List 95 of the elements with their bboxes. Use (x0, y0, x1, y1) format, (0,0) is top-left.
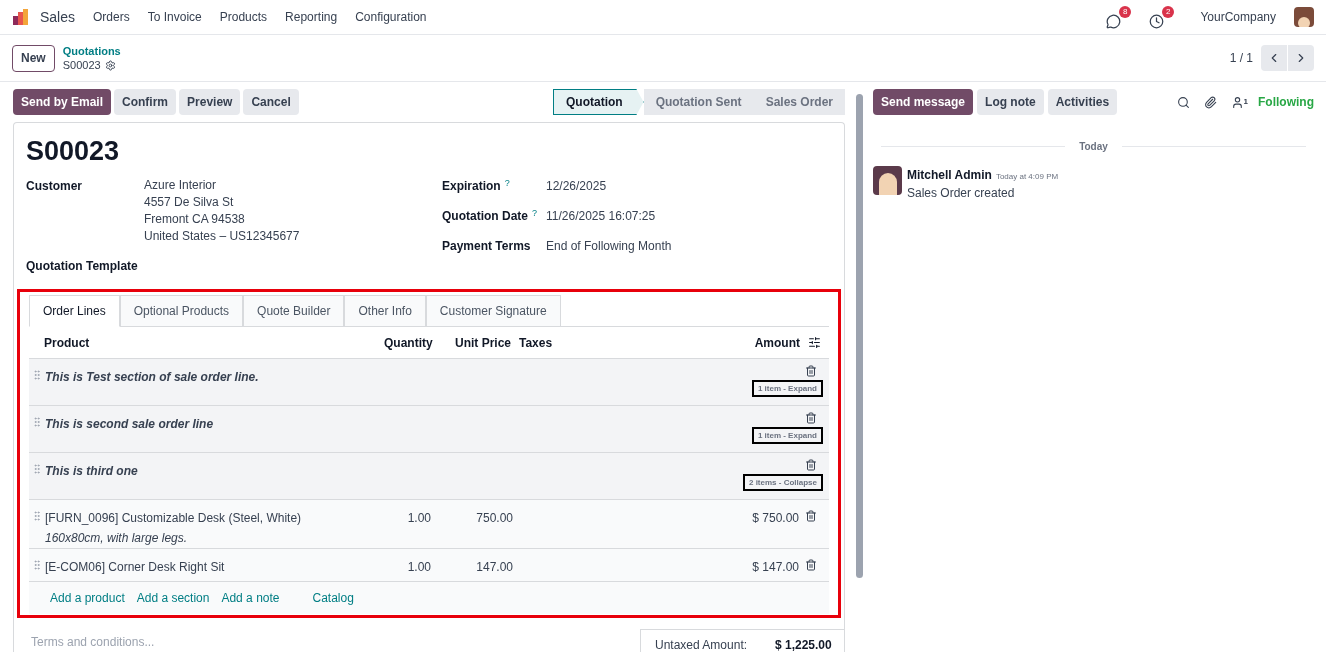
chat-icon (1106, 13, 1122, 29)
settings-icon[interactable] (104, 59, 116, 71)
chatter-button[interactable]: Send message (873, 89, 974, 115)
tab[interactable]: Optional Products (119, 295, 244, 327)
status-step[interactable]: Quotation Sent (643, 89, 754, 115)
unit-price-cell[interactable]: 147.00 (431, 558, 513, 581)
new-button[interactable]: New (12, 44, 55, 72)
action-button[interactable]: Send by Email (13, 89, 112, 115)
chatter-button[interactable]: Activities (1047, 89, 1118, 115)
delete-icon[interactable] (805, 412, 817, 424)
address-line: 4557 De Silva St (144, 194, 235, 211)
amount-cell-text: $ 750.00 (752, 510, 799, 527)
app-name[interactable]: Sales (40, 6, 76, 28)
avatar-icon (873, 166, 902, 195)
menu-item[interactable]: Reporting (285, 8, 338, 26)
person-icon (1230, 95, 1244, 109)
section-toggle[interactable]: 1 item - Expand (751, 380, 823, 397)
breadcrumb-link[interactable]: Quotations (62, 44, 121, 58)
drag-handle-icon[interactable] (31, 369, 43, 381)
date-separator: Today (1078, 140, 1109, 154)
clock-icon (1149, 13, 1165, 29)
help-icon[interactable]: ? (504, 177, 510, 188)
add-line-link[interactable]: Add a note (221, 589, 280, 607)
record-title: S00023 (26, 135, 121, 167)
app-logo-icon[interactable] (12, 8, 30, 26)
menu-item[interactable]: Configuration (355, 8, 427, 26)
message-time: Today at 4:09 PM (995, 172, 1059, 181)
column-header: Taxes (519, 334, 553, 352)
tab[interactable]: Other Info (344, 295, 426, 327)
section-name[interactable]: This is third one (45, 462, 138, 499)
avatar-icon[interactable] (1294, 7, 1314, 27)
menu-item[interactable]: To Invoice (147, 8, 202, 26)
product-name[interactable]: [FURN_0096] Customizable Desk (Steel, White) (45, 509, 386, 527)
section-name[interactable]: This is Test section of sale order line. (45, 368, 259, 405)
field-value[interactable]: End of Following Month (546, 237, 672, 267)
drag-handle-icon[interactable] (31, 510, 43, 522)
count-badge: 8 (1118, 5, 1132, 18)
address-line: Azure Interior (144, 177, 218, 194)
add-line-link[interactable]: Add a product (50, 589, 125, 607)
product-description: 160x80cm, with large legs. (45, 530, 189, 547)
section-toggle[interactable]: 2 items - Collapse (742, 474, 823, 491)
field-value[interactable]: 12/26/2025 (546, 177, 607, 207)
message-body: Sales Order created (907, 185, 1016, 202)
drag-handle-icon[interactable] (31, 416, 43, 428)
field-label: Payment Terms (442, 239, 531, 253)
field-label: Expiration (442, 179, 501, 193)
column-header: Amount (754, 334, 800, 352)
action-button[interactable]: Confirm (114, 89, 177, 115)
count-badge: 2 (1161, 5, 1175, 18)
drag-handle-icon[interactable] (31, 559, 43, 571)
total-value: $ 1,225.00 (775, 637, 832, 652)
amount-cell-text: $ 147.00 (752, 559, 799, 576)
action-button[interactable]: Cancel (243, 89, 299, 115)
column-settings-icon[interactable] (808, 336, 821, 349)
help-icon[interactable]: ? (532, 207, 537, 218)
field-label: Quotation Template (26, 258, 139, 275)
followers-button[interactable]: 1 (1230, 95, 1248, 109)
add-line-link[interactable]: Catalog (312, 589, 354, 607)
total-label: Untaxed Amount: (655, 637, 749, 652)
delete-icon[interactable] (805, 459, 817, 471)
record-name: S00023 (62, 58, 101, 72)
followers-count: 1 (1243, 95, 1248, 108)
product-name[interactable]: [E-COM06] Corner Desk Right Sit (45, 558, 386, 576)
action-button[interactable]: Preview (179, 89, 241, 115)
tab[interactable]: Order Lines (29, 295, 120, 327)
chatter-button[interactable]: Log note (977, 89, 1044, 115)
quantity-cell[interactable]: 1.00 (386, 509, 431, 548)
delete-icon[interactable] (805, 559, 817, 571)
message-author[interactable]: Mitchell Admin (907, 168, 992, 182)
quantity-cell[interactable]: 1.00 (386, 558, 431, 581)
add-line-link[interactable]: Add a section (136, 589, 210, 607)
field-label: Customer (26, 178, 83, 195)
company-name[interactable]: YourCompany (1200, 8, 1276, 26)
field-value[interactable]: 11/26/2025 16:07:25 (546, 207, 656, 237)
address-line: United States – US12345677 (144, 228, 300, 245)
menu-item[interactable]: Products (219, 8, 268, 26)
delete-icon[interactable] (805, 365, 817, 377)
delete-icon[interactable] (805, 510, 817, 522)
drag-handle-icon[interactable] (31, 463, 43, 475)
messages-button[interactable]: 8 (1106, 5, 1132, 29)
tab[interactable]: Quote Builder (243, 295, 345, 327)
menu-item[interactable]: Orders (93, 8, 130, 26)
clock-button[interactable]: 2 (1149, 5, 1175, 29)
section-toggle[interactable]: 1 item - Expand (751, 427, 823, 444)
field-label: Quotation Date (442, 209, 528, 223)
status-step[interactable]: Sales Order (753, 89, 845, 115)
tab[interactable]: Customer Signature (425, 295, 561, 327)
unit-price-cell[interactable]: 750.00 (431, 509, 513, 548)
column-header: Product (43, 334, 91, 352)
status-step[interactable]: Quotation (552, 89, 644, 115)
address-line: Fremont CA 94538 (144, 211, 246, 228)
section-name[interactable]: This is second sale order line (45, 415, 214, 452)
search-icon[interactable] (1176, 95, 1190, 109)
pager: 1 / 1 (1229, 50, 1253, 67)
paperclip-icon[interactable] (1203, 95, 1217, 109)
